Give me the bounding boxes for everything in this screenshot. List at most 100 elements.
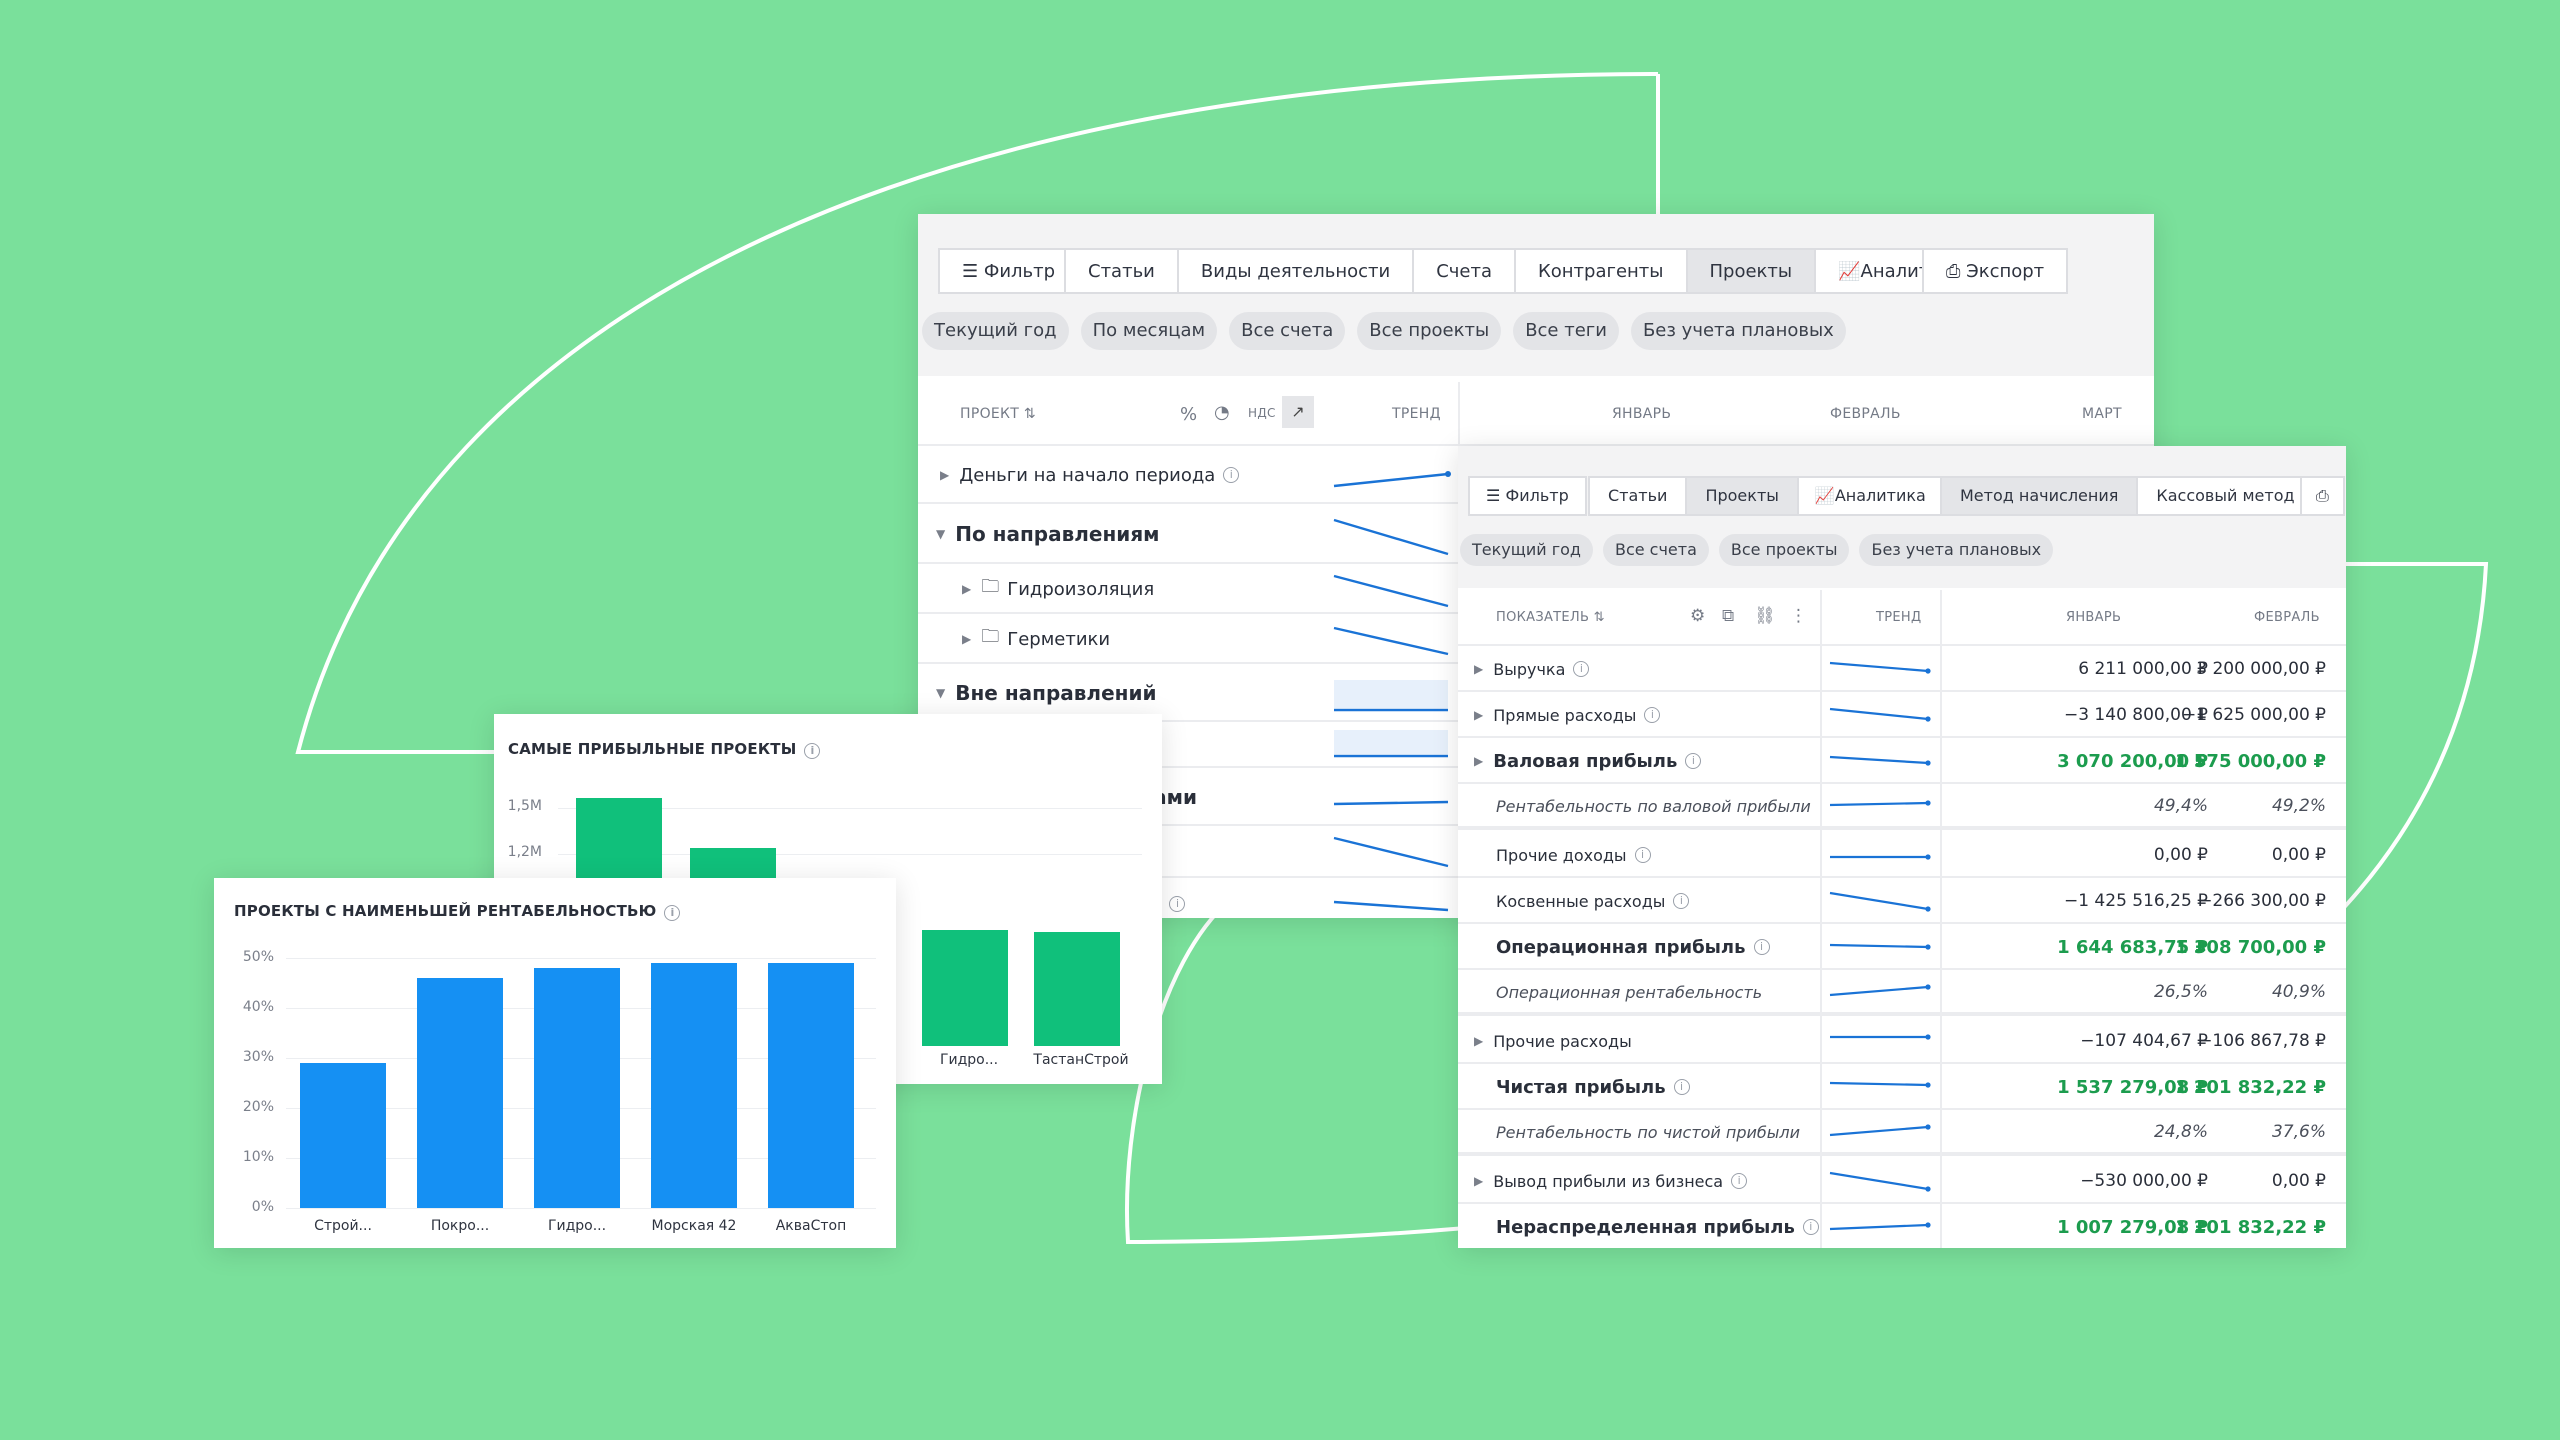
bar-Строй...[interactable] xyxy=(300,1063,386,1208)
row-label: Прямые расходы xyxy=(1493,705,1637,725)
table-row[interactable]: ▶ Валовая прибыль i 3 070 200,00 ₽1 575 000… xyxy=(1458,740,2346,784)
row-label: Рентабельность по валовой прибыли xyxy=(1496,796,1811,816)
info-icon[interactable]: i xyxy=(1802,1219,1819,1235)
expand-icon[interactable]: ▶ xyxy=(962,632,971,646)
info-icon[interactable]: i xyxy=(664,905,681,921)
row-label: Деньги на начало периода xyxy=(959,464,1216,486)
table-row[interactable]: Чистая прибыль i 1 537 279,08 ₽1 201 832,2… xyxy=(1458,1066,2346,1110)
info-icon[interactable]: i xyxy=(1573,661,1590,677)
tab-counterparties[interactable]: Контрагенты xyxy=(1514,248,1688,294)
info-icon[interactable]: i xyxy=(1673,1079,1690,1095)
export-button[interactable]: ⎙ Экспорт xyxy=(1922,248,2069,294)
info-icon[interactable]: i xyxy=(1673,893,1690,909)
tab-activities[interactable]: Виды деятельности xyxy=(1176,248,1415,294)
table-row[interactable]: Прочие доходы i 0,00 ₽0,00 ₽ xyxy=(1458,834,2346,878)
cash-method-button[interactable]: Кассовый метод xyxy=(2136,476,2315,516)
chip-current-year[interactable]: Текущий год xyxy=(922,312,1069,350)
trend-sparkline xyxy=(1829,891,1931,912)
trend-sparkline xyxy=(1829,943,1931,950)
link-icon[interactable]: ⛓ xyxy=(1754,606,1776,626)
info-icon[interactable]: i xyxy=(1223,467,1240,483)
table-row[interactable]: ▶ Прямые расходы i −3 140 800,00 ₽ −1 625 00… xyxy=(1458,694,2346,738)
chip-all-accounts[interactable]: Все счета xyxy=(1229,312,1346,350)
column-january: ЯНВАРЬ xyxy=(1612,406,1672,422)
info-icon[interactable]: i xyxy=(1731,1173,1748,1189)
bar-ТастанСтрой[interactable] xyxy=(1034,931,1120,1046)
table-row[interactable]: Операционная рентабельность 26,5% 40,9% xyxy=(1458,972,2346,1016)
trend-sparkline xyxy=(1829,661,1931,674)
expand-icon[interactable]: ▶ xyxy=(1474,1034,1483,1048)
bar-Морская 42[interactable] xyxy=(651,963,737,1208)
table-row[interactable]: Рентабельность по чистой прибыли 24,8% 37,… xyxy=(1458,1112,2346,1156)
expand-icon[interactable]: ▶ xyxy=(1474,662,1483,676)
february-value: 3 200 000,00 ₽ xyxy=(2196,659,2326,679)
export-button[interactable]: ⎙ xyxy=(2300,476,2345,516)
table-row[interactable]: ▶ Прочие расходы −107 404,67 ₽ −106 867,78 … xyxy=(1458,1020,2346,1064)
nds-toggle[interactable]: НДС xyxy=(1248,406,1276,420)
tab-accounts[interactable]: Счета xyxy=(1412,248,1516,294)
collapse-icon[interactable]: ▼ xyxy=(936,686,945,700)
export-icon: ⎙ xyxy=(1946,261,1967,282)
x-tick-label: АкваСтоп xyxy=(775,1218,847,1234)
bar-Гидро...[interactable] xyxy=(922,930,1008,1046)
chip-by-month[interactable]: По месяцам xyxy=(1080,312,1218,350)
collapse-icon[interactable]: ▼ xyxy=(936,527,945,541)
chip-all-tags[interactable]: Все теги xyxy=(1513,312,1619,350)
sort-icon: ⇅ xyxy=(1593,610,1605,625)
bar-АкваСтоп[interactable] xyxy=(768,963,854,1208)
accrual-method-button[interactable]: Метод начисления xyxy=(1940,476,2139,516)
trend-sparkline xyxy=(1829,800,1931,807)
table-row[interactable]: Нераспределенная прибыль i 1 007 279,08 ₽1… xyxy=(1458,1206,2346,1248)
tab-projects[interactable]: Проекты xyxy=(1685,248,1817,294)
chart-title: САМЫЕ ПРИБЫЛЬНЫЕ ПРОЕКТЫ i xyxy=(508,740,821,759)
trend-toggle-icon[interactable]: ↗ xyxy=(1282,396,1314,428)
february-value: 40,9% xyxy=(2271,982,2326,1002)
more-icon[interactable]: ⋮ xyxy=(1790,606,1807,626)
expand-icon[interactable]: ▶ xyxy=(962,582,971,596)
chip-all-projects[interactable]: Все проекты xyxy=(1718,534,1850,566)
chip-all-accounts[interactable]: Все счета xyxy=(1602,534,1709,566)
trend-sparkline xyxy=(1333,518,1449,556)
chip-current-year[interactable]: Текущий год xyxy=(1460,534,1593,566)
info-icon[interactable]: i xyxy=(1169,896,1186,912)
row-label: Операционная рентабельность xyxy=(1496,982,1763,1002)
expand-icon[interactable]: ▶ xyxy=(1474,754,1483,768)
folder-icon: 🗀 xyxy=(981,626,1000,647)
front-toolbar: ☰ Фильтр Статьи Проекты 📈Аналитика Метод… xyxy=(1458,446,2346,588)
info-icon[interactable]: i xyxy=(1753,939,1770,955)
table-row[interactable]: ▶ Вывод прибыли из бизнеса i −530 000,00 ₽0… xyxy=(1458,1160,2346,1204)
chip-all-projects[interactable]: Все проекты xyxy=(1357,312,1502,350)
columns-icon[interactable]: ⧉ xyxy=(1722,606,1734,626)
february-value: 1 308 700,00 ₽ xyxy=(2175,936,2326,958)
bar-Покро...[interactable] xyxy=(417,978,503,1208)
table-row[interactable]: Операционная прибыль i 1 644 683,75 ₽1 308… xyxy=(1458,926,2346,970)
chip-no-planned[interactable]: Без учета плановых xyxy=(1859,534,2054,566)
info-icon[interactable]: i xyxy=(1644,707,1661,723)
filter-button[interactable]: ☰ Фильтр xyxy=(1468,476,1587,516)
tab-articles[interactable]: Статьи xyxy=(1064,248,1179,294)
chart-title: ПРОЕКТЫ С НАИМЕНЬШЕЙ РЕНТАБЕЛЬНОСТЬЮ i xyxy=(234,902,681,921)
table-row[interactable]: ▶ Выручка i 6 211 000,00 ₽3 200 000,00 ₽ xyxy=(1458,648,2346,692)
percent-icon[interactable]: % xyxy=(1180,404,1197,425)
column-project[interactable]: ПРОЕКТ ⇅ xyxy=(960,406,1036,422)
bar-Гидро...[interactable] xyxy=(534,968,620,1208)
expand-icon[interactable]: ▶ xyxy=(1474,708,1483,722)
table-row[interactable]: Косвенные расходы i −1 425 516,25 ₽ −266 30… xyxy=(1458,880,2346,924)
expand-icon[interactable]: ▶ xyxy=(940,468,949,482)
column-indicator[interactable]: ПОКАЗАТЕЛЬ ⇅ xyxy=(1496,610,1605,625)
filter-button[interactable]: ☰ Фильтр xyxy=(938,248,1080,294)
info-icon[interactable]: i xyxy=(1685,753,1702,769)
chip-no-planned[interactable]: Без учета плановых xyxy=(1630,312,1846,350)
row-label: Валовая прибыль xyxy=(1493,750,1678,772)
table-row[interactable]: Рентабельность по валовой прибыли 49,4% 49… xyxy=(1458,786,2346,830)
info-icon[interactable]: i xyxy=(1634,847,1651,863)
tab-articles[interactable]: Статьи xyxy=(1588,476,1688,516)
row-label: Герметики xyxy=(1007,628,1111,650)
info-icon[interactable]: i xyxy=(804,743,821,759)
palette-icon[interactable]: ◔ xyxy=(1214,402,1230,423)
settings-icon[interactable]: ⚙ xyxy=(1690,606,1706,626)
y-tick-label: 40% xyxy=(242,999,274,1015)
tab-analytics[interactable]: 📈Аналитика xyxy=(1796,476,1944,516)
expand-icon[interactable]: ▶ xyxy=(1474,1174,1483,1188)
tab-projects[interactable]: Проекты xyxy=(1685,476,1799,516)
